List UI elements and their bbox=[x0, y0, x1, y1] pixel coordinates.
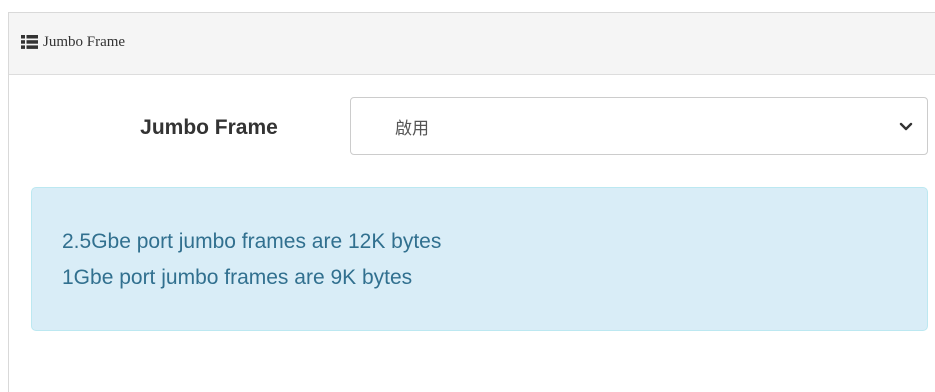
info-alert: 2.5Gbe port jumbo frames are 12K bytes 1… bbox=[31, 187, 928, 331]
select-value: 啟用 bbox=[395, 119, 429, 138]
jumbo-frame-label: Jumbo Frame bbox=[140, 116, 278, 139]
panel-heading: Jumbo Frame bbox=[9, 13, 935, 75]
chevron-down-icon[interactable] bbox=[899, 120, 913, 132]
info-line-2-5gbe: 2.5Gbe port jumbo frames are 12K bytes bbox=[62, 230, 442, 253]
panel-title: Jumbo Frame bbox=[43, 34, 126, 50]
info-line-1gbe: 1Gbe port jumbo frames are 9K bytes bbox=[62, 266, 413, 289]
jumbo-frame-panel: Jumbo Frame Jumbo Frame 啟用 2.5Gbe port j… bbox=[8, 12, 935, 392]
jumbo-frame-select[interactable]: 啟用 bbox=[350, 97, 928, 155]
list-icon bbox=[21, 35, 38, 49]
